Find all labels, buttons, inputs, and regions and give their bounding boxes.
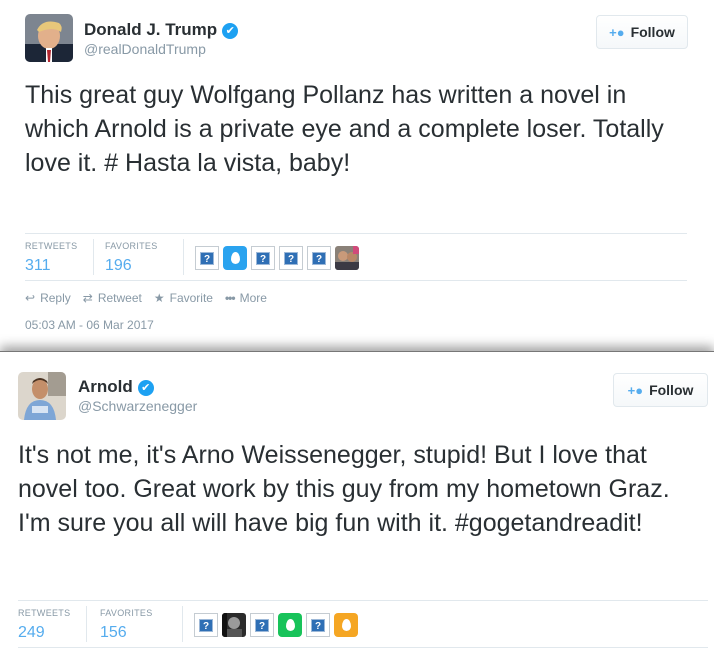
missing-image-icon: ?: [256, 251, 270, 265]
tweet-stats: RETWEETS 249 FAVORITES 156 ? ? ?: [18, 600, 708, 648]
add-user-icon: +●: [609, 24, 625, 40]
favoriter-avatar-egg[interactable]: [334, 613, 358, 637]
favoriter-avatar-egg[interactable]: [223, 246, 247, 270]
tweet-stats: RETWEETS 311 FAVORITES 196 ? ? ? ?: [25, 233, 687, 281]
retweet-icon: ⇄: [82, 291, 93, 305]
favoriter-avatar-missing[interactable]: ?: [194, 613, 218, 637]
favoriter-avatar-photo[interactable]: [335, 246, 359, 270]
reply-icon: ↩: [25, 291, 36, 305]
tweet-timestamp[interactable]: 05:03 AM - 06 Mar 2017: [25, 318, 154, 332]
display-name[interactable]: Donald J. Trump ✔: [84, 20, 239, 40]
favoriter-avatar-missing[interactable]: ?: [279, 246, 303, 270]
follow-label: Follow: [649, 382, 694, 398]
favorites-count[interactable]: 156: [100, 624, 153, 642]
favoriter-avatar-photo[interactable]: [222, 613, 246, 637]
stat-divider: [183, 239, 184, 275]
avatar-arnold[interactable]: [18, 372, 66, 420]
tweet-actions: ↩ Reply ⇄ Retweet ★ Favorite ••• More: [25, 291, 267, 305]
follow-button[interactable]: +● Follow: [613, 373, 708, 407]
stat-divider: [93, 239, 94, 275]
favorites-stat[interactable]: FAVORITES 196: [105, 241, 158, 275]
more-button[interactable]: ••• More: [225, 291, 267, 305]
egg-icon: [285, 619, 295, 631]
retweet-label: Retweet: [97, 291, 142, 305]
stat-divider: [182, 606, 183, 642]
retweets-label: RETWEETS: [18, 608, 71, 618]
favorites-label: FAVORITES: [100, 608, 153, 618]
missing-image-icon: ?: [199, 618, 213, 632]
favorites-label: FAVORITES: [105, 241, 158, 251]
favoriter-avatar-missing[interactable]: ?: [307, 246, 331, 270]
add-user-icon: +●: [627, 382, 644, 398]
favorites-count[interactable]: 196: [105, 257, 158, 275]
retweets-stat[interactable]: RETWEETS 249: [18, 608, 70, 642]
verified-icon: ✔: [137, 380, 154, 396]
tweet-text: This great guy Wolfgang Pollanz has writ…: [25, 81, 664, 177]
favoriter-avatar-egg[interactable]: [278, 613, 302, 637]
display-name[interactable]: Arnold ✔: [78, 377, 154, 397]
tweet-text: It's not me, it's Arno Weissenegger, stu…: [18, 441, 670, 537]
display-name-text[interactable]: Donald J. Trump: [84, 20, 217, 39]
user-handle[interactable]: @realDonaldTrump: [84, 41, 206, 57]
favoriter-avatar-missing[interactable]: ?: [250, 613, 274, 637]
follow-label: Follow: [630, 24, 675, 40]
favoriters-list: ? ? ?: [194, 613, 358, 637]
more-label: More: [239, 291, 267, 305]
favorite-label: Favorite: [169, 291, 213, 305]
more-icon: •••: [224, 291, 236, 305]
retweets-label: RETWEETS: [25, 241, 78, 251]
reply-label: Reply: [40, 291, 71, 305]
egg-icon: [341, 619, 351, 631]
retweets-count[interactable]: 311: [25, 257, 77, 275]
retweets-count[interactable]: 249: [18, 624, 70, 642]
missing-image-icon: ?: [284, 251, 298, 265]
follow-button[interactable]: +● Follow: [596, 15, 688, 49]
favoriters-list: ? ? ? ?: [195, 246, 359, 270]
retweets-stat[interactable]: RETWEETS 311: [25, 241, 77, 275]
stat-divider: [86, 606, 87, 642]
tweet-card-arnold: Arnold ✔ @Schwarzenegger +● Follow It's n…: [0, 352, 714, 648]
favorite-button[interactable]: ★ Favorite: [154, 291, 213, 305]
favoriter-avatar-missing[interactable]: ?: [195, 246, 219, 270]
avatar-trump[interactable]: [25, 14, 73, 62]
tweet-card-trump: Donald J. Trump ✔ @realDonaldTrump +● Fol…: [0, 0, 714, 352]
missing-image-icon: ?: [255, 618, 269, 632]
favoriter-avatar-missing[interactable]: ?: [306, 613, 330, 637]
egg-icon: [230, 252, 240, 264]
missing-image-icon: ?: [312, 251, 326, 265]
star-icon: ★: [153, 291, 165, 305]
retweet-button[interactable]: ⇄ Retweet: [83, 291, 142, 305]
display-name-text[interactable]: Arnold: [78, 377, 133, 396]
user-handle[interactable]: @Schwarzenegger: [78, 398, 197, 414]
missing-image-icon: ?: [200, 251, 214, 265]
reply-button[interactable]: ↩ Reply: [25, 291, 71, 305]
favorites-stat[interactable]: FAVORITES 156: [100, 608, 153, 642]
missing-image-icon: ?: [311, 618, 325, 632]
favoriter-avatar-missing[interactable]: ?: [251, 246, 275, 270]
verified-icon: ✔: [222, 23, 239, 39]
